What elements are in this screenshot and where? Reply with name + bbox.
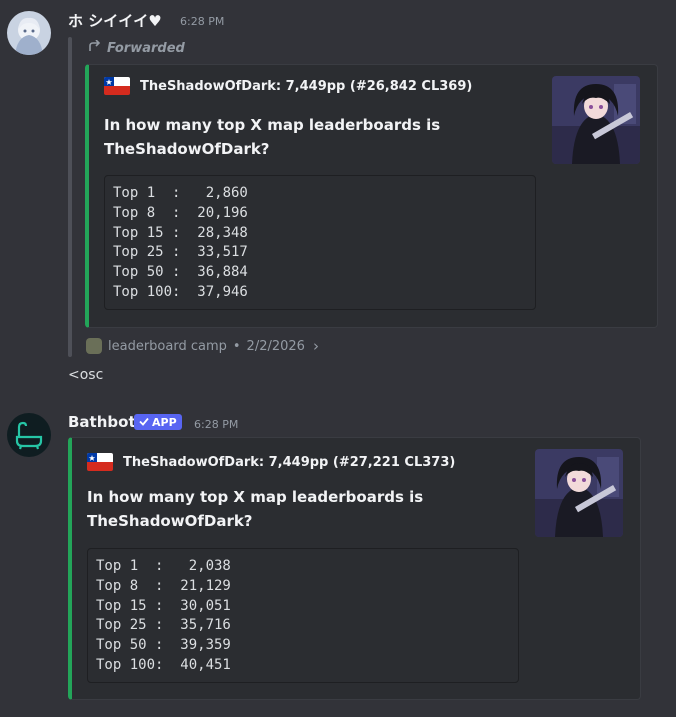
server-name: leaderboard camp (108, 338, 227, 354)
embed-author[interactable]: TheShadowOfDark: 7,449pp (#26,842 CL369) (104, 77, 472, 95)
username[interactable]: ホ シイイイ♥ (68, 10, 162, 31)
code-line: Top 1 : 2,038 (96, 558, 231, 574)
app-badge-text: APP (152, 415, 177, 429)
embed-thumbnail[interactable] (552, 76, 640, 164)
checkmark-icon (139, 416, 149, 429)
embed-author[interactable]: TheShadowOfDark: 7,449pp (#27,221 CL373) (87, 453, 455, 471)
code-line: Top 50 : 39,359 (96, 637, 231, 654)
forward-arrow-icon (88, 39, 102, 56)
chile-flag-icon (104, 77, 130, 95)
bot-username[interactable]: Bathbot (68, 413, 136, 431)
forward-bar (68, 37, 72, 357)
chile-flag-icon (87, 453, 113, 471)
code-line: Top 25 : 33,517 (113, 244, 248, 261)
code-line: Top 50 : 36,884 (113, 264, 248, 281)
forwarded-text: Forwarded (107, 40, 185, 56)
source-date: 2/2/2026 (246, 338, 305, 354)
user-avatar[interactable] (7, 11, 51, 55)
code-line: Top 25 : 35,716 (96, 617, 231, 634)
timestamp: 6:28 PM (180, 15, 225, 28)
forward-source[interactable]: leaderboard camp • 2/2/2026 › (86, 337, 319, 355)
server-icon (86, 338, 102, 354)
separator-dot: • (232, 338, 241, 354)
embed-title: In how many top X map leaderboards is Th… (104, 116, 441, 158)
embed-card: TheShadowOfDark: 7,449pp (#26,842 CL369)… (85, 64, 658, 328)
embed-thumbnail[interactable] (535, 449, 623, 537)
code-line: Top 8 : 20,196 (113, 204, 248, 221)
chevron-right-icon: › (312, 337, 319, 355)
code-block: Top 1 : 2,860 Top 8 : 20,196 Top 15 : 28… (104, 175, 536, 310)
embed-author-text: TheShadowOfDark: 7,449pp (#26,842 CL369) (140, 78, 473, 94)
code-block: Top 1 : 2,038 Top 8 : 21,129 Top 15 : 30… (87, 548, 519, 683)
message-text: <osc (68, 367, 104, 383)
code-line: Top 15 : 28,348 (113, 224, 248, 241)
embed-title: In how many top X map leaderboards is Th… (87, 488, 424, 530)
app-badge: APP (134, 414, 182, 430)
code-line: Top 100: 37,946 (113, 283, 248, 300)
embed-author-text: TheShadowOfDark: 7,449pp (#27,221 CL373) (123, 454, 456, 470)
bot-avatar[interactable] (7, 413, 51, 457)
code-line: Top 8 : 21,129 (96, 577, 231, 594)
code-line: Top 15 : 30,051 (96, 597, 231, 614)
code-line: Top 1 : 2,860 (113, 185, 248, 201)
embed-card: TheShadowOfDark: 7,449pp (#27,221 CL373)… (68, 437, 641, 700)
timestamp: 6:28 PM (194, 418, 239, 431)
forwarded-label: Forwarded (88, 39, 185, 56)
code-line: Top 100: 40,451 (96, 656, 231, 673)
